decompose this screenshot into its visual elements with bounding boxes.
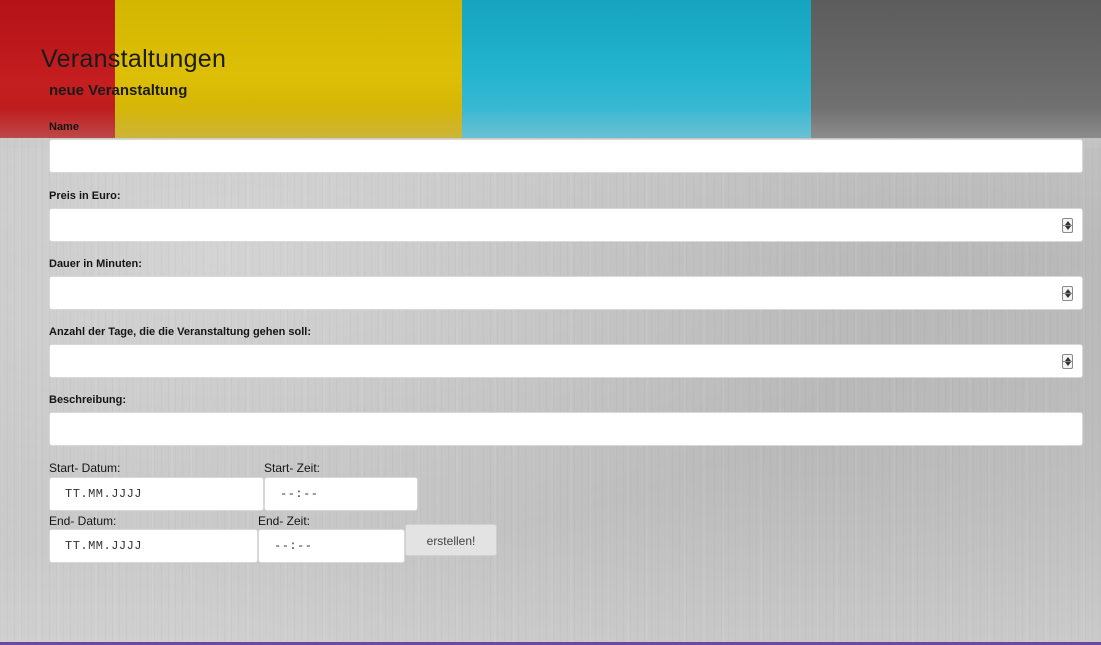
page-title: Veranstaltungen	[41, 45, 227, 73]
name-label: Name	[49, 121, 79, 133]
duration-input[interactable]	[49, 276, 1083, 310]
end-time-input[interactable]: --:--	[258, 529, 405, 563]
spinner-down-icon[interactable]	[1065, 362, 1071, 366]
start-date-input[interactable]: TT.MM.JJJJ	[49, 477, 264, 511]
spinner-down-icon[interactable]	[1065, 294, 1071, 298]
days-label: Anzahl der Tage, die die Veranstaltung g…	[49, 326, 312, 338]
start-time-input[interactable]: --:--	[264, 477, 418, 511]
price-label: Preis in Euro:	[49, 190, 121, 202]
create-button[interactable]: erstellen!	[405, 524, 497, 556]
end-date-label: End- Datum:	[49, 514, 117, 528]
description-input[interactable]	[49, 412, 1083, 446]
description-label: Beschreibung:	[49, 394, 127, 406]
end-date-input[interactable]: TT.MM.JJJJ	[49, 529, 258, 563]
days-input[interactable]	[49, 344, 1083, 378]
price-input[interactable]	[49, 208, 1083, 242]
duration-spinner[interactable]	[1062, 286, 1073, 301]
price-spinner[interactable]	[1062, 218, 1073, 233]
form-title: neue Veranstaltung	[49, 82, 188, 99]
spinner-down-icon[interactable]	[1065, 226, 1071, 230]
days-spinner[interactable]	[1062, 354, 1073, 369]
duration-label: Dauer in Minuten:	[49, 258, 142, 270]
name-input[interactable]	[49, 139, 1083, 173]
start-date-label: Start- Datum:	[49, 461, 121, 475]
end-time-label: End- Zeit:	[258, 514, 311, 528]
start-time-label: Start- Zeit:	[264, 461, 321, 475]
